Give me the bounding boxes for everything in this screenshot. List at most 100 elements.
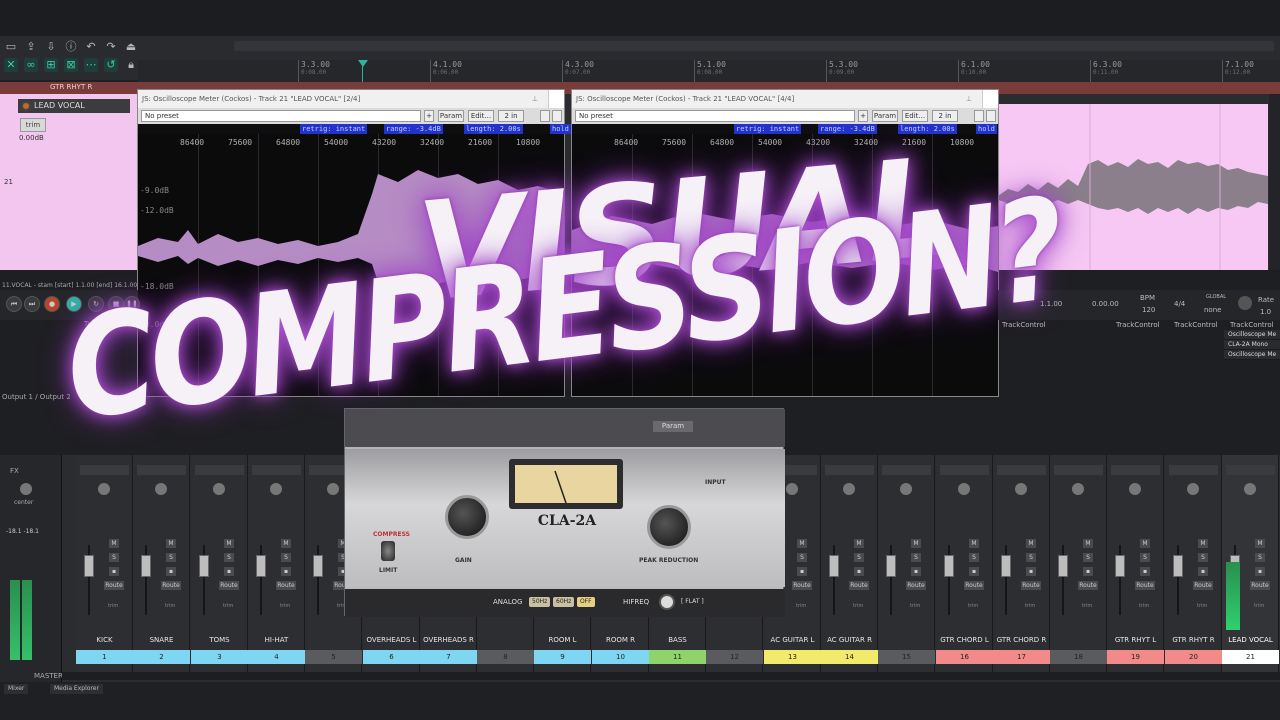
solo-button[interactable]: S <box>166 553 176 562</box>
route-button[interactable]: Route <box>792 581 812 590</box>
fx-chain-list[interactable]: Oscilloscope Me CLA-2A Mono Oscilloscope… <box>1224 330 1280 360</box>
solo-button[interactable]: S <box>1083 553 1093 562</box>
gain-knob[interactable] <box>445 495 489 539</box>
fx-bypass-button[interactable]: ▪ <box>281 567 291 576</box>
pan-knob[interactable] <box>98 483 110 495</box>
fx-button[interactable] <box>1054 465 1103 475</box>
preset-dropdown[interactable]: No preset <box>575 110 855 122</box>
mixer-strip[interactable]: M S ▪ Route trim AC GUITAR R 14 <box>821 455 878 675</box>
enable-checkbox[interactable] <box>986 110 996 122</box>
media-item-lead-vocal[interactable] <box>998 104 1268 270</box>
strip-number[interactable]: 21 <box>1222 650 1279 664</box>
fx-bypass-button[interactable]: ▪ <box>1026 567 1036 576</box>
play-button[interactable]: ▶ <box>66 296 82 312</box>
mute-button[interactable]: M <box>281 539 291 548</box>
fx-slot[interactable]: Oscilloscope Me <box>1224 330 1280 340</box>
mute-button[interactable]: M <box>224 539 234 548</box>
arrange-vertical-scrollbar[interactable] <box>1269 94 1280 270</box>
length-readout[interactable]: length: 2.00s <box>464 124 523 134</box>
io-button[interactable]: 2 in <box>498 110 524 122</box>
route-button[interactable]: Route <box>161 581 181 590</box>
peak-reduction-knob[interactable] <box>647 505 691 549</box>
retrig-readout[interactable]: retrig: instant <box>734 124 802 134</box>
mute-button[interactable]: M <box>911 539 921 548</box>
solo-button[interactable]: S <box>854 553 864 562</box>
hold-readout[interactable]: hold <box>976 124 997 134</box>
tab-media-explorer[interactable]: Media Explorer <box>50 684 103 694</box>
mute-button[interactable]: M <box>166 539 176 548</box>
mute-button[interactable]: M <box>854 539 864 548</box>
strip-number[interactable]: 19 <box>1107 650 1164 664</box>
pan-knob[interactable] <box>1187 483 1199 495</box>
strip-number[interactable]: 6 <box>363 650 420 664</box>
snap-icon[interactable]: ⋯ <box>84 58 98 72</box>
grid-icon[interactable]: ⊞ <box>44 58 58 72</box>
fx-button[interactable]: FX <box>10 467 19 475</box>
pan-knob[interactable] <box>20 483 32 495</box>
fx-bypass-button[interactable]: ▪ <box>1083 567 1093 576</box>
mixer-strip[interactable]: M S ▪ Route trim TOMS 3 <box>191 455 248 675</box>
param-button[interactable]: Param <box>438 110 464 122</box>
volume-fader[interactable] <box>199 555 209 577</box>
enable-checkbox[interactable] <box>552 110 562 122</box>
pause-button[interactable]: ❚❚ <box>124 296 140 312</box>
window-titlebar[interactable]: JS: Oscilloscope Meter (Cockos) - Track … <box>572 90 998 108</box>
strip-number[interactable]: 2 <box>133 650 190 664</box>
analog-off-button[interactable]: OFF <box>577 597 595 607</box>
lock-icon[interactable]: 🔒︎ <box>124 58 138 72</box>
analog-60hz-button[interactable]: 60Hz <box>553 597 575 607</box>
strip-number[interactable]: 4 <box>248 650 305 664</box>
solo-button[interactable]: S <box>1255 553 1265 562</box>
volume-fader[interactable] <box>84 555 94 577</box>
bpm-value[interactable]: 120 <box>1142 306 1155 314</box>
mixer-strip[interactable]: M S ▪ Route trim KICK 1 <box>76 455 133 675</box>
add-preset-button[interactable]: + <box>858 110 868 122</box>
strip-number[interactable]: 9 <box>534 650 591 664</box>
strip-number[interactable]: 8 <box>477 650 534 664</box>
analog-50hz-button[interactable]: 50Hz <box>529 597 551 607</box>
solo-button[interactable]: S <box>1198 553 1208 562</box>
route-button[interactable]: Route <box>1193 581 1213 590</box>
mixer-strip[interactable]: M S ▪ Route trim GTR CHORD L 16 <box>936 455 993 675</box>
trim-behind-icon[interactable]: ✕ <box>4 58 18 72</box>
mute-button[interactable]: M <box>1083 539 1093 548</box>
fx-bypass-button[interactable]: ▪ <box>1198 567 1208 576</box>
record-button[interactable]: ● <box>44 296 60 312</box>
strip-number[interactable]: 7 <box>420 650 477 664</box>
fx-bypass-button[interactable]: ▪ <box>969 567 979 576</box>
trim-button[interactable]: trim <box>20 118 46 132</box>
bypass-checkbox[interactable] <box>540 110 550 122</box>
close-button[interactable] <box>982 90 998 108</box>
strip-number[interactable]: 5 <box>305 650 362 664</box>
volume-fader[interactable] <box>1115 555 1125 577</box>
mixer-strip[interactable]: M S ▪ Route trim 18 <box>1050 455 1107 675</box>
output-label[interactable]: Output 1 / Output 2 <box>2 393 71 401</box>
volume-fader[interactable] <box>141 555 151 577</box>
new-project-icon[interactable]: ▭ <box>4 40 18 54</box>
plugin-header[interactable] <box>345 409 785 447</box>
strip-number[interactable]: 17 <box>993 650 1050 664</box>
fx-button[interactable] <box>1169 465 1218 475</box>
pan-knob[interactable] <box>1072 483 1084 495</box>
bypass-checkbox[interactable] <box>974 110 984 122</box>
solo-button[interactable]: S <box>969 553 979 562</box>
pan-knob[interactable] <box>1129 483 1141 495</box>
strip-number[interactable]: 12 <box>706 650 763 664</box>
pin-icon[interactable]: ⊥ <box>532 90 538 108</box>
tab-mixer[interactable]: Mixer <box>4 684 29 694</box>
mute-button[interactable]: M <box>109 539 119 548</box>
redo-icon[interactable]: ↷ <box>104 40 118 54</box>
mixer-strip[interactable]: M S ▪ Route trim GTR RHYT L 19 <box>1107 455 1164 675</box>
preset-dropdown[interactable]: No preset <box>141 110 421 122</box>
pan-knob[interactable] <box>213 483 225 495</box>
volume-fader[interactable] <box>1173 555 1183 577</box>
solo-button[interactable]: S <box>1026 553 1036 562</box>
stop-button[interactable]: ■ <box>108 296 124 312</box>
strip-number[interactable]: 16 <box>936 650 993 664</box>
cla-2a-plugin-window[interactable]: Param GAIN PEAK REDUCTION COMPRESS LIMIT… <box>344 408 785 617</box>
mute-button[interactable]: M <box>1255 539 1265 548</box>
fx-button[interactable] <box>1111 465 1160 475</box>
mixer-strip[interactable]: M S ▪ Route trim HI-HAT 4 <box>248 455 305 675</box>
solo-button[interactable]: S <box>224 553 234 562</box>
loop-icon[interactable]: ↺ <box>104 58 118 72</box>
